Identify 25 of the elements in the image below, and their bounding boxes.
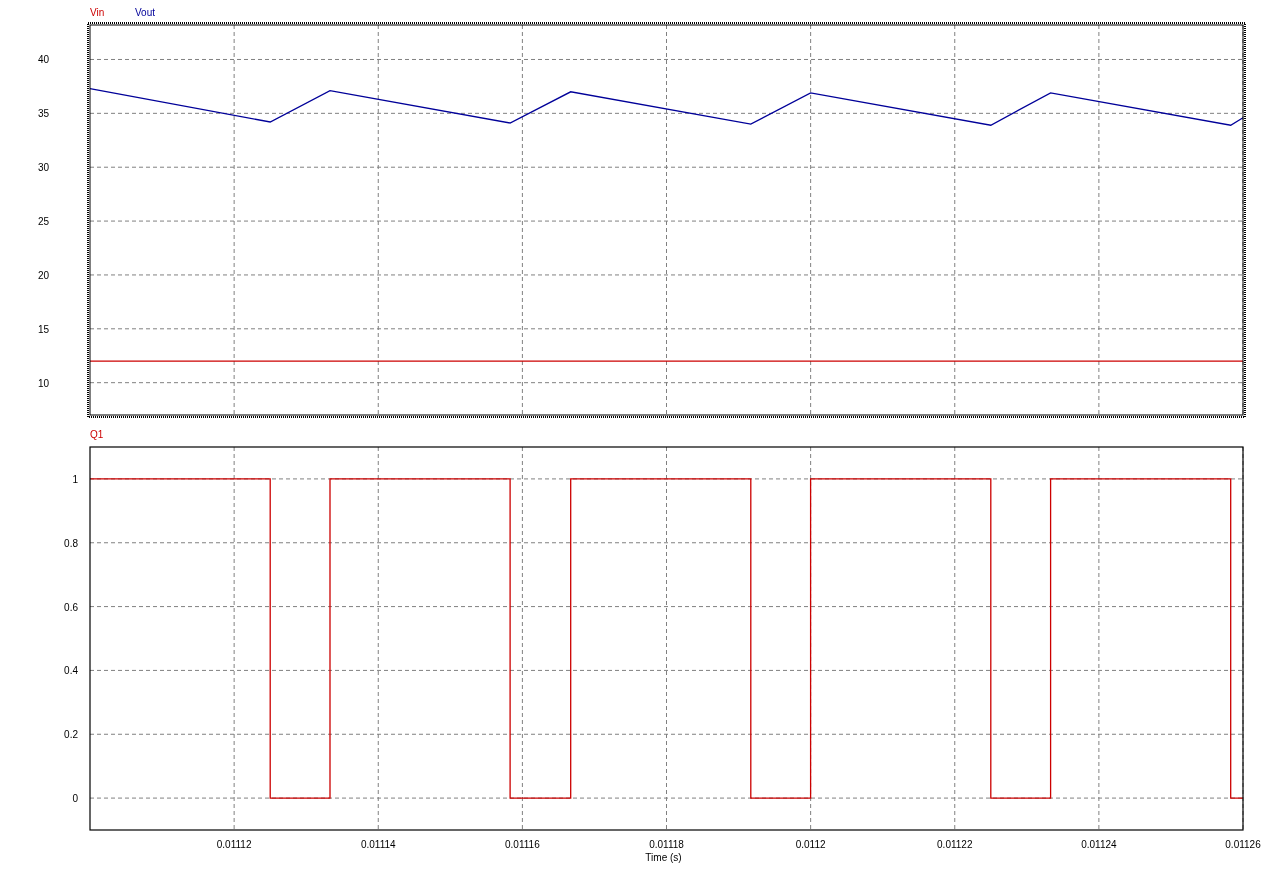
x-tick-label: 0.01112 bbox=[216, 839, 252, 850]
y-tick-label: 1 bbox=[72, 473, 78, 485]
x-tick-label: 0.0112 bbox=[795, 839, 826, 850]
y-tick-label: 15 bbox=[37, 323, 49, 335]
legend-label: Vin bbox=[90, 7, 105, 18]
y-tick-label: 10 bbox=[37, 377, 49, 389]
y-tick-label: 35 bbox=[37, 108, 49, 120]
x-tick-label: 0.01126 bbox=[1225, 839, 1261, 850]
x-tick-label: 0.01114 bbox=[360, 839, 396, 850]
x-tick-label: 0.01118 bbox=[649, 839, 684, 850]
y-tick-label: 40 bbox=[37, 54, 49, 66]
y-tick-label: 0.4 bbox=[64, 665, 78, 677]
y-tick-label: 0.8 bbox=[64, 537, 78, 549]
y-tick-label: 0 bbox=[72, 793, 78, 805]
y-tick-label: 30 bbox=[37, 162, 49, 174]
legend-label: Vout bbox=[135, 7, 156, 18]
x-tick-label: 0.01124 bbox=[1081, 839, 1117, 850]
y-tick-label: 20 bbox=[37, 269, 49, 281]
x-axis-label: Time (s) bbox=[645, 852, 682, 863]
y-tick-label: 0.6 bbox=[64, 601, 78, 613]
y-tick-label: 0.2 bbox=[64, 729, 78, 741]
legend-label: Q1 bbox=[90, 429, 104, 440]
x-tick-label: 0.01116 bbox=[505, 839, 540, 850]
y-tick-label: 25 bbox=[37, 216, 49, 228]
x-tick-label: 0.01122 bbox=[937, 839, 973, 850]
